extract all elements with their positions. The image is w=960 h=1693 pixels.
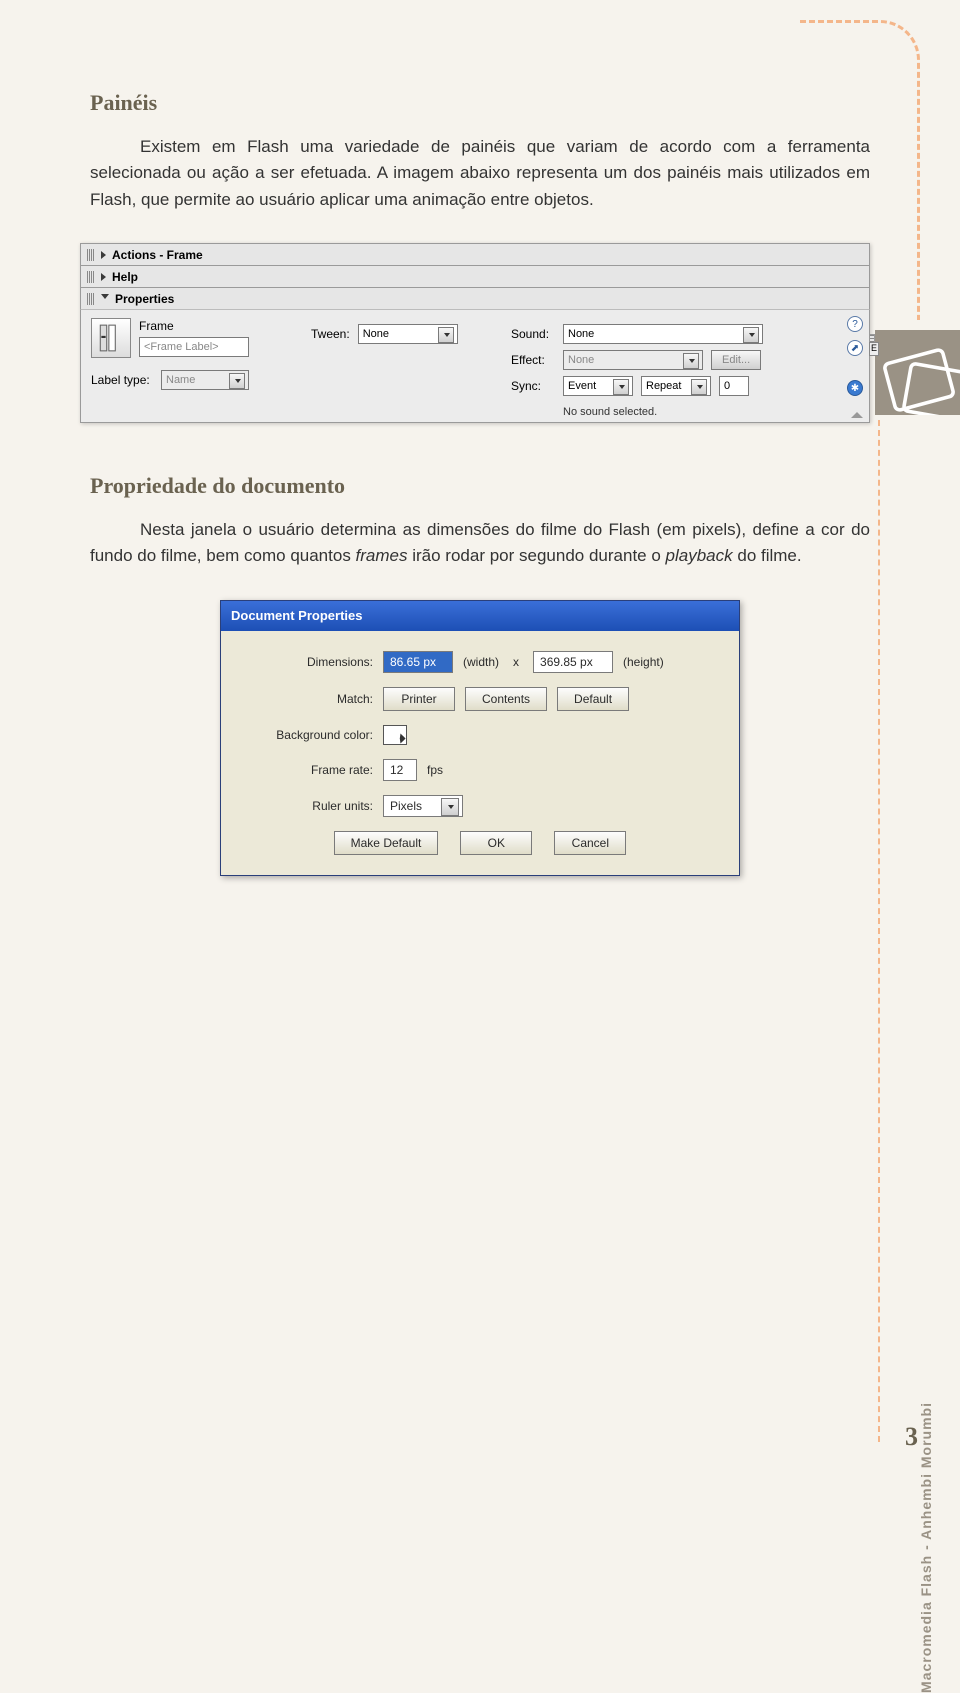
panel-header-help[interactable]: Help bbox=[80, 265, 870, 287]
height-input[interactable]: 369.85 px bbox=[533, 651, 613, 673]
section-heading-propriedade: Propriedade do documento bbox=[90, 473, 870, 499]
tween-label: Tween: bbox=[311, 327, 350, 341]
ok-button[interactable]: OK bbox=[460, 831, 532, 855]
info-icon[interactable]: ⬈ bbox=[847, 340, 863, 356]
sync-count-input[interactable] bbox=[719, 376, 749, 396]
panel-header-properties[interactable]: Properties bbox=[80, 287, 870, 309]
section-paragraph: Existem em Flash uma variedade de painéi… bbox=[90, 134, 870, 213]
dimensions-label: Dimensions: bbox=[243, 655, 373, 669]
make-default-button[interactable]: Make Default bbox=[334, 831, 439, 855]
frame-type-icon[interactable] bbox=[91, 318, 131, 358]
bg-color-swatch[interactable] bbox=[383, 725, 407, 745]
properties-panel-body: E Frame Label type: Name bbox=[80, 309, 870, 423]
dialog-titlebar[interactable]: Document Properties bbox=[221, 601, 739, 631]
collapse-triangle-icon bbox=[101, 273, 106, 281]
match-printer-button[interactable]: Printer bbox=[383, 687, 455, 711]
cancel-button[interactable]: Cancel bbox=[554, 831, 626, 855]
tween-select[interactable]: None bbox=[358, 324, 458, 344]
effect-select[interactable]: None bbox=[563, 350, 703, 370]
expand-triangle-icon bbox=[101, 294, 109, 303]
sound-select[interactable]: None bbox=[563, 324, 763, 344]
resize-handle-icon[interactable] bbox=[851, 412, 863, 418]
panel-title: Properties bbox=[115, 292, 174, 306]
frame-label: Frame bbox=[139, 319, 249, 333]
footer-text: Macromedia Flash - Anhembi Morumbi bbox=[918, 1402, 934, 1693]
match-contents-button[interactable]: Contents bbox=[465, 687, 547, 711]
grip-icon bbox=[87, 249, 95, 261]
width-input[interactable]: 86.65 px bbox=[383, 651, 453, 673]
ruler-label: Ruler units: bbox=[243, 799, 373, 813]
width-unit-label: (width) bbox=[463, 655, 499, 669]
document-properties-dialog: Document Properties Dimensions: 86.65 px… bbox=[220, 600, 740, 876]
flash-panels-screenshot: Actions - Frame Help Properties E F bbox=[80, 243, 870, 423]
panel-edge-badge: E bbox=[869, 342, 879, 356]
sync-label: Sync: bbox=[511, 379, 555, 393]
dialog-title-text: Document Properties bbox=[231, 608, 362, 623]
framerate-input[interactable]: 12 bbox=[383, 759, 417, 781]
sync-repeat-select[interactable]: Repeat bbox=[641, 376, 711, 396]
framerate-label: Frame rate: bbox=[243, 763, 373, 777]
no-sound-message: No sound selected. bbox=[563, 406, 831, 418]
match-default-button[interactable]: Default bbox=[557, 687, 629, 711]
section-paragraph: Nesta janela o usuário determina as dime… bbox=[90, 517, 870, 570]
panel-header-actions[interactable]: Actions - Frame bbox=[80, 243, 870, 265]
status-icon[interactable]: ✱ bbox=[847, 380, 863, 396]
frame-label-input[interactable] bbox=[139, 337, 249, 357]
bg-color-label: Background color: bbox=[243, 728, 373, 742]
height-unit-label: (height) bbox=[623, 655, 664, 669]
collapse-triangle-icon bbox=[101, 251, 106, 259]
sync-event-select[interactable]: Event bbox=[563, 376, 633, 396]
panel-title: Help bbox=[112, 270, 138, 284]
match-label: Match: bbox=[243, 692, 373, 706]
label-type-label: Label type: bbox=[91, 373, 153, 387]
label-type-select[interactable]: Name bbox=[161, 370, 249, 390]
panel-title: Actions - Frame bbox=[112, 248, 203, 262]
ruler-units-select[interactable]: Pixels bbox=[383, 795, 463, 817]
edit-button[interactable]: Edit... bbox=[711, 350, 761, 370]
page-number: 3 bbox=[905, 1422, 918, 1452]
section-heading-paineis: Painéis bbox=[90, 90, 870, 116]
fps-label: fps bbox=[427, 763, 443, 777]
effect-label: Effect: bbox=[511, 353, 555, 367]
grip-icon bbox=[87, 293, 95, 305]
help-icon[interactable]: ? bbox=[847, 316, 863, 332]
x-label: x bbox=[509, 655, 523, 669]
grip-icon bbox=[87, 271, 95, 283]
sound-label: Sound: bbox=[511, 327, 555, 341]
